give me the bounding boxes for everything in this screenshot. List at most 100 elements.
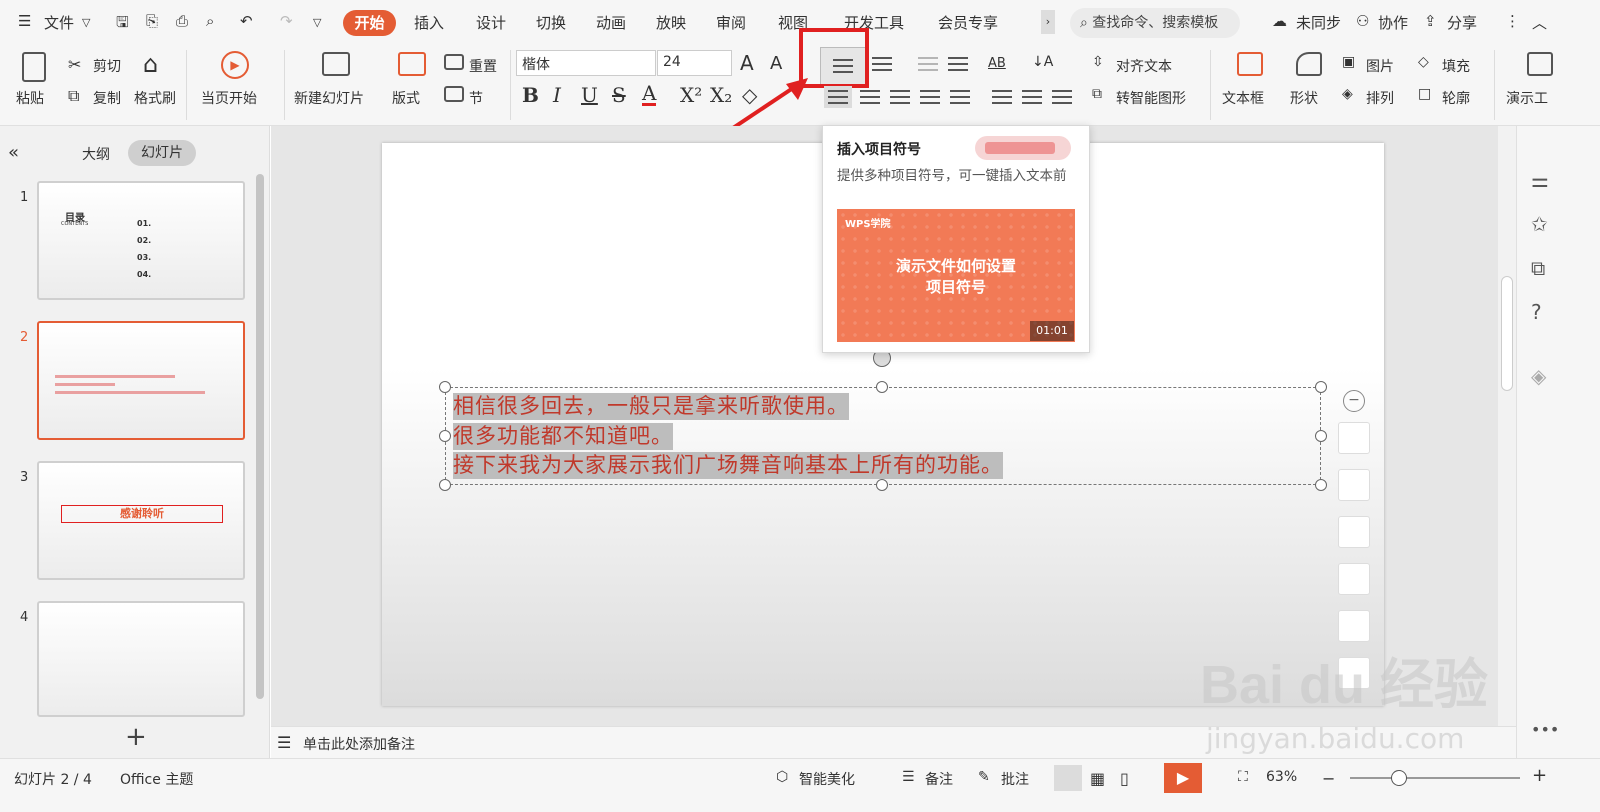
superscript-icon[interactable]: X² (680, 83, 702, 107)
help-icon[interactable]: ? (1531, 300, 1542, 324)
paste-button[interactable]: 粘贴 (16, 88, 44, 108)
arrange-icon[interactable]: ◈ (1342, 86, 1353, 102)
pane-scrollbar[interactable] (256, 174, 264, 699)
animation-star-icon[interactable]: ✩ (1531, 212, 1548, 236)
canvas-scrollbar[interactable] (1498, 126, 1516, 726)
tab-review[interactable]: 审阅 (716, 12, 746, 33)
bold-icon[interactable]: B (522, 83, 539, 107)
smart-shape-button[interactable]: 转智能图形 (1116, 88, 1186, 108)
layout-icon[interactable] (398, 52, 426, 76)
tab-design[interactable]: 设计 (476, 12, 506, 33)
resize-handle[interactable] (1315, 381, 1327, 393)
fill-icon[interactable]: ◇ (1418, 54, 1429, 70)
underline-icon[interactable]: U (581, 83, 598, 107)
fill-tool-icon[interactable] (1338, 469, 1370, 501)
add-slide-icon[interactable]: + (125, 722, 147, 752)
outline-tool-icon[interactable] (1338, 516, 1370, 548)
picture-icon[interactable]: ▣ (1342, 54, 1355, 70)
resize-handle[interactable] (876, 479, 888, 491)
tab-insert[interactable]: 插入 (414, 12, 444, 33)
reset-button[interactable]: 重置 (469, 56, 497, 76)
distribute-icon[interactable] (950, 90, 970, 104)
section-icon[interactable] (444, 86, 464, 102)
search-input[interactable]: ⌕ 查找命令、搜索模板 (1070, 8, 1240, 38)
slide-thumb-2[interactable] (37, 321, 245, 440)
reset-icon[interactable] (444, 54, 464, 70)
theme-name[interactable]: Office 主题 (120, 769, 193, 789)
settings-sliders-icon[interactable]: ⚌ (1531, 168, 1549, 192)
tab-start[interactable]: 开始 (343, 10, 396, 36)
resize-handle[interactable] (439, 479, 451, 491)
resize-handle[interactable] (876, 381, 888, 393)
tab-member[interactable]: 会员专享 (938, 12, 998, 33)
cube-icon[interactable]: ◈ (1531, 364, 1546, 388)
resize-handle[interactable] (439, 381, 451, 393)
reading-view-icon[interactable]: ▯ (1120, 769, 1129, 788)
hamburger-icon[interactable]: ☰ (18, 12, 31, 30)
grow-font-icon[interactable]: A (740, 51, 754, 75)
line-spacing-icon[interactable] (992, 90, 1012, 104)
align-right-icon[interactable] (890, 90, 910, 104)
align-center-icon[interactable] (860, 90, 880, 104)
play-slideshow-button[interactable]: ▶ (1164, 763, 1202, 793)
edit-brush-icon[interactable] (1338, 422, 1370, 454)
sort-icon[interactable]: ↓A (1032, 54, 1053, 70)
save-icon[interactable]: 🖫 (116, 12, 129, 37)
tab-transition[interactable]: 切换 (536, 12, 566, 33)
align-text-button[interactable]: 对齐文本 (1116, 56, 1172, 76)
resize-handle[interactable] (1315, 479, 1327, 491)
zoom-out-icon[interactable]: − (1322, 769, 1335, 788)
print-icon[interactable]: ⎙ (176, 12, 188, 30)
strikethrough-icon[interactable]: S (612, 83, 626, 107)
notes-toggle-button[interactable]: 备注 (925, 769, 953, 789)
font-name-select[interactable]: 楷体 (516, 50, 656, 76)
para-settings-icon[interactable] (1052, 90, 1072, 104)
presentation-tools-button[interactable]: 演示工 (1506, 88, 1548, 108)
font-color-icon[interactable]: A (642, 83, 657, 106)
from-current-button[interactable]: 当页开始 (201, 88, 257, 108)
tab-animation[interactable]: 动画 (596, 12, 626, 33)
zoom-slider[interactable] (1350, 777, 1520, 779)
slide-text-line[interactable]: 相信很多回去，一般只是拿来听歌使用。 (453, 393, 849, 420)
shape-icon[interactable] (1296, 52, 1322, 76)
slide-thumb-1[interactable]: 目录 CONTENTS 01. 02. 03. 04. (37, 181, 245, 300)
undo-icon[interactable]: ↶ (240, 12, 253, 30)
fill-button[interactable]: 填充 (1442, 56, 1470, 76)
new-slide-icon[interactable] (322, 52, 350, 76)
scissors-icon[interactable]: ✂ (68, 55, 81, 74)
outline-icon[interactable]: □ (1418, 86, 1431, 102)
text-convert-icon[interactable] (1338, 610, 1370, 642)
smart-beautify-button[interactable]: 智能美化 (799, 769, 855, 789)
tab-outline[interactable]: 大纲 (82, 144, 110, 164)
increase-indent-icon[interactable] (948, 57, 968, 71)
justify-icon[interactable] (920, 90, 940, 104)
play-icon[interactable]: ▶ (221, 51, 249, 79)
copy-icon[interactable]: ⧉ (68, 86, 79, 106)
transition-icon[interactable]: ⧉ (1531, 256, 1545, 280)
sync-status[interactable]: 未同步 (1296, 12, 1341, 33)
redo-icon[interactable]: ↷ (280, 12, 293, 30)
copy-button[interactable]: 复制 (93, 88, 121, 108)
numbering-icon[interactable] (872, 57, 892, 71)
brush-icon[interactable]: ⌂ (143, 50, 158, 78)
align-left-button[interactable] (824, 86, 852, 108)
comments-button[interactable]: 批注 (1001, 769, 1029, 789)
resize-handle[interactable] (1315, 430, 1327, 442)
collapse-pane-icon[interactable]: « (8, 142, 19, 163)
zoom-in-icon[interactable]: + (1532, 765, 1547, 786)
idea-bulb-icon[interactable] (1338, 563, 1370, 595)
slide-text-line[interactable]: 接下来我为大家展示我们广场舞音响基本上所有的功能。 (453, 452, 1003, 479)
picture-button[interactable]: 图片 (1366, 56, 1394, 76)
notes-placeholder[interactable]: 单击此处添加备注 (303, 734, 415, 754)
shape-button[interactable]: 形状 (1290, 88, 1318, 108)
chevron-down-icon[interactable]: ▽ (82, 16, 90, 29)
section-button[interactable]: 节 (469, 88, 483, 108)
text-direction-icon[interactable]: AB (988, 56, 1006, 71)
tab-slideshow[interactable]: 放映 (656, 12, 686, 33)
smart-shape-icon[interactable]: ⧉ (1092, 86, 1102, 102)
zoom-level[interactable]: 63% (1266, 769, 1297, 785)
grid-view-icon[interactable]: ▦ (1090, 769, 1105, 788)
paste-icon[interactable] (22, 52, 46, 82)
tooltip-badge[interactable] (975, 136, 1071, 160)
more-icon[interactable]: ⋮ (1505, 12, 1520, 30)
